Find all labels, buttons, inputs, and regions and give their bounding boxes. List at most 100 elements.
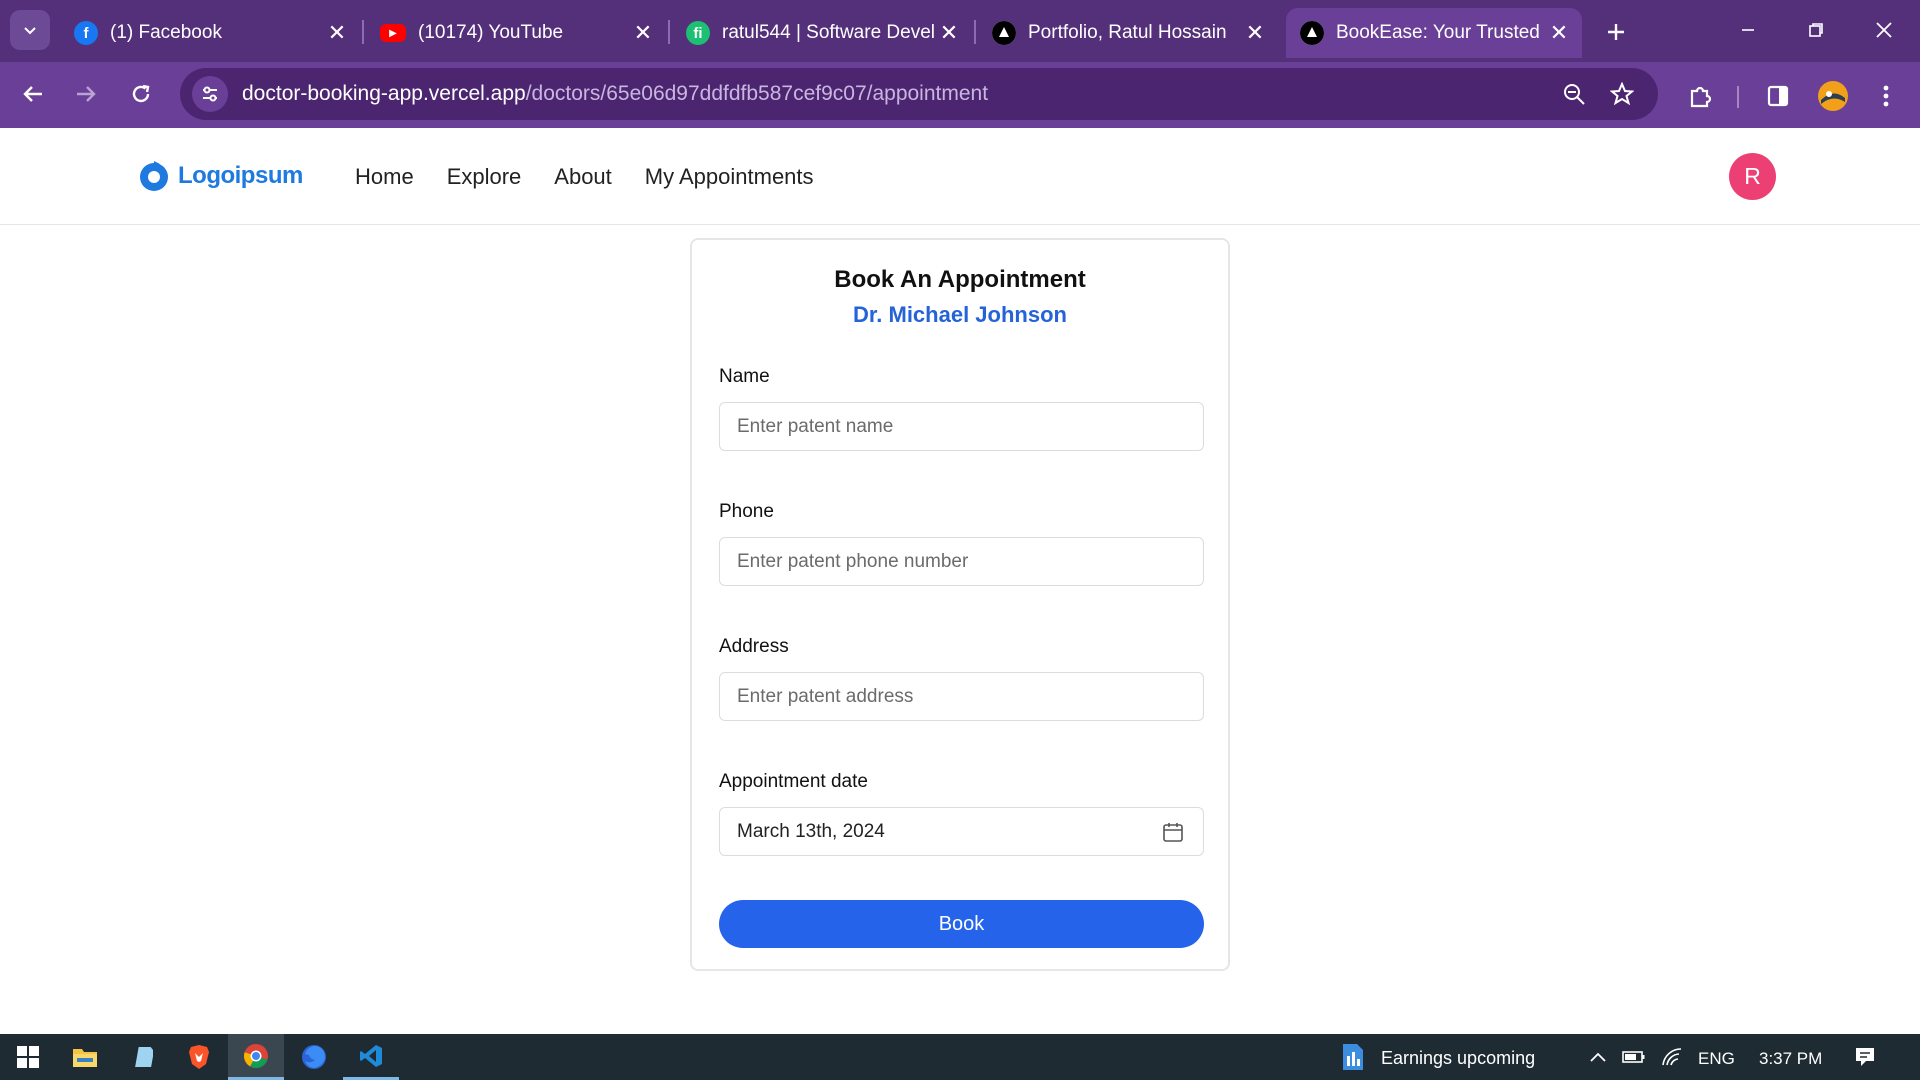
taskbar-firefox[interactable]: [286, 1034, 342, 1080]
site-header: Logoipsum Home Explore About My Appointm…: [0, 128, 1920, 225]
star-icon: [1610, 82, 1634, 106]
clock[interactable]: 3:37 PM: [1759, 1049, 1822, 1069]
network-indicator[interactable]: [1652, 1034, 1692, 1080]
close-window-button[interactable]: [1854, 8, 1914, 52]
chevron-up-icon: [1590, 1052, 1606, 1062]
calendar-icon[interactable]: [1161, 820, 1185, 844]
name-label: Name: [719, 366, 770, 387]
bookmark-button[interactable]: [1606, 78, 1638, 110]
page-title: Book An Appointment: [834, 266, 1086, 293]
tray-overflow-button[interactable]: [1578, 1034, 1618, 1080]
battery-indicator[interactable]: [1614, 1034, 1654, 1080]
tab-title: (10174) YouTube: [418, 22, 564, 43]
nav-my-appointments[interactable]: My Appointments: [645, 164, 814, 190]
puzzle-icon: [1690, 86, 1712, 108]
taskbar-vscode[interactable]: [343, 1034, 399, 1080]
tab-title: (1) Facebook: [110, 22, 222, 43]
profile-button[interactable]: [1813, 76, 1853, 116]
url-text: doctor-booking-app.vercel.app/doctors/65…: [242, 82, 988, 106]
nav-home[interactable]: Home: [355, 164, 414, 190]
side-panel-button[interactable]: [1758, 76, 1798, 116]
tab-divider: [974, 20, 976, 44]
zoom-button[interactable]: [1558, 78, 1590, 110]
toolbar-divider: [1737, 86, 1739, 108]
forward-button[interactable]: [66, 74, 106, 114]
news-text[interactable]: Earnings upcoming: [1381, 1048, 1535, 1069]
firefox-icon: [302, 1045, 326, 1069]
reload-button[interactable]: [121, 74, 161, 114]
phone-label: Phone: [719, 501, 774, 522]
profile-avatar-icon: [1818, 81, 1848, 111]
restore-button[interactable]: [1786, 8, 1846, 52]
logo-text: Logoipsum: [178, 162, 303, 189]
restore-icon: [1809, 23, 1823, 37]
tab-title: BookEase: Your Trusted D: [1336, 22, 1544, 43]
close-icon[interactable]: ✕: [322, 18, 352, 48]
taskbar-chrome[interactable]: [228, 1034, 284, 1080]
tab-bookease[interactable]: BookEase: Your Trusted D ✕: [1286, 8, 1582, 58]
url-domain: doctor-booking-app.vercel.app: [242, 82, 526, 105]
minimize-icon: [1742, 29, 1754, 31]
date-value: March 13th, 2024: [737, 820, 885, 842]
address-bar[interactable]: doctor-booking-app.vercel.app/doctors/65…: [180, 68, 1658, 120]
booking-card: Book An Appointment Dr. Michael Johnson …: [690, 238, 1230, 971]
folder-icon: [73, 1049, 97, 1067]
notification-icon: [1856, 1048, 1874, 1066]
nav-about[interactable]: About: [554, 164, 612, 190]
doctor-name: Dr. Michael Johnson: [853, 302, 1067, 327]
browser-tab-bar: f (1) Facebook ✕ ▶ (10174) YouTube ✕ fi …: [0, 0, 1920, 62]
close-icon[interactable]: ✕: [1544, 18, 1574, 48]
address-input[interactable]: [719, 672, 1204, 721]
brave-icon: [189, 1045, 209, 1069]
phone-input[interactable]: [719, 537, 1204, 586]
taskbar-notepad[interactable]: [114, 1034, 170, 1080]
chevron-down-icon: [24, 27, 36, 35]
back-button[interactable]: [13, 74, 53, 114]
user-avatar[interactable]: R: [1729, 153, 1776, 200]
wifi-icon: [1662, 1048, 1682, 1066]
facebook-icon: f: [74, 21, 98, 45]
notifications-button[interactable]: [1840, 1034, 1890, 1080]
close-icon[interactable]: ✕: [934, 18, 964, 48]
tab-divider: [362, 20, 364, 44]
news-widget[interactable]: [1325, 1034, 1381, 1080]
battery-icon: [1622, 1051, 1645, 1063]
windows-taskbar: Earnings upcoming ENG 3:37 PM: [0, 1034, 1920, 1080]
chrome-icon: [244, 1043, 268, 1068]
close-icon[interactable]: ✕: [1240, 18, 1270, 48]
triangle-icon: [992, 21, 1016, 45]
book-button[interactable]: Book: [719, 900, 1204, 948]
tab-title: Portfolio, Ratul Hossain: [1028, 22, 1227, 43]
arrow-left-icon: [23, 86, 42, 102]
tab-title: ratul544 | Software Devel: [722, 22, 934, 43]
date-picker[interactable]: March 13th, 2024: [719, 807, 1204, 856]
tab-facebook[interactable]: f (1) Facebook ✕: [60, 8, 360, 58]
minimize-button[interactable]: [1718, 8, 1778, 52]
start-button[interactable]: [0, 1034, 56, 1080]
youtube-icon: ▶: [380, 24, 406, 42]
vscode-icon: [360, 1044, 382, 1067]
site-info-button[interactable]: [192, 76, 228, 112]
notepad-icon: [135, 1047, 153, 1067]
new-tab-button[interactable]: [1598, 14, 1634, 50]
kebab-menu-icon: [1883, 85, 1889, 107]
taskbar-brave[interactable]: [171, 1034, 227, 1080]
arrow-right-icon: [77, 86, 96, 102]
extensions-button[interactable]: [1680, 76, 1720, 116]
close-icon[interactable]: ✕: [628, 18, 658, 48]
name-input[interactable]: [719, 402, 1204, 451]
nav-explore[interactable]: Explore: [447, 164, 522, 190]
taskbar-file-explorer[interactable]: [57, 1034, 113, 1080]
tab-portfolio[interactable]: Portfolio, Ratul Hossain ✕: [978, 8, 1278, 58]
date-label: Appointment date: [719, 771, 868, 792]
site-logo[interactable]: Logoipsum: [138, 160, 303, 192]
language-indicator[interactable]: ENG: [1698, 1049, 1735, 1069]
menu-button[interactable]: [1866, 76, 1906, 116]
tab-youtube[interactable]: ▶ (10174) YouTube ✕: [366, 8, 666, 58]
zoom-out-icon: [1564, 84, 1585, 105]
plus-icon: [1608, 24, 1624, 40]
triangle-icon: [1300, 21, 1324, 45]
tab-fiverr[interactable]: fi ratul544 | Software Devel ✕: [672, 8, 972, 58]
tab-search-button[interactable]: [10, 10, 50, 50]
main-nav: Home Explore About My Appointments: [355, 164, 814, 190]
